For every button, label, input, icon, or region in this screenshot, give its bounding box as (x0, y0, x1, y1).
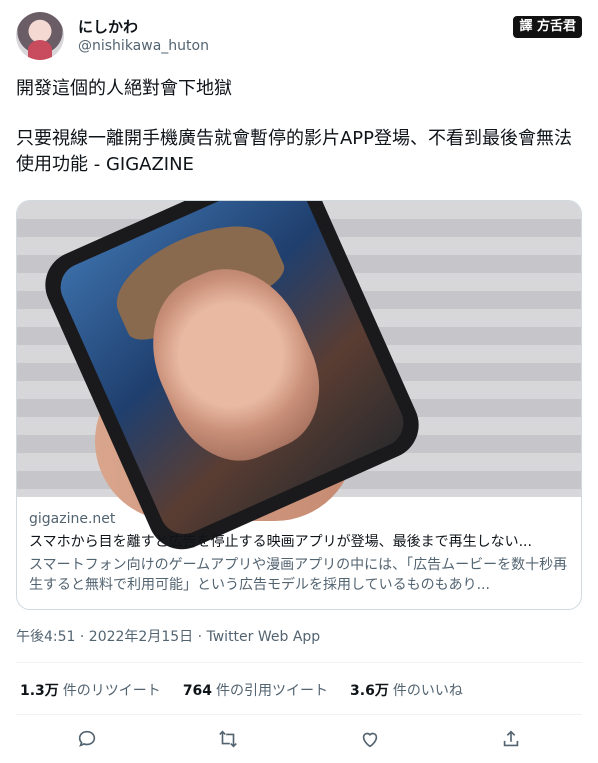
likes-stat[interactable]: 3.6万 件のいいね (350, 680, 463, 700)
author-handle[interactable]: @nishikawa_huton (78, 38, 209, 54)
tweet-line-2: 只要視線一離開手機廣告就會暫停的影片APP登場、不看到最後會無法使用功能 - G… (16, 128, 573, 175)
tweet-meta[interactable]: 午後4:51 · 2022年2月15日 · Twitter Web App (16, 626, 320, 646)
retweets-label: 件のリツイート (62, 683, 161, 699)
phone-screen (52, 201, 412, 542)
share-icon (504, 730, 519, 747)
heart-icon (362, 732, 377, 748)
quotes-label: 件の引用ツイート (216, 683, 329, 699)
divider (16, 714, 582, 715)
tweet-stats: 1.3万 件のリツイート 764 件の引用ツイート 3.6万 件のいいね (20, 680, 580, 700)
retweet-button[interactable] (211, 722, 245, 756)
card-title: スマホから目を離すと広告を停止する映画アプリが登場、最後まで再生しない... (29, 534, 532, 550)
author-name[interactable]: にしかわ (78, 16, 138, 37)
tweet-text: 開發這個的人絕對會下地獄 只要視線一離開手機廣告就會暫停的影片APP登場、不看到… (16, 76, 576, 202)
translator-badge: 譯 方舌君 (513, 16, 582, 38)
retweets-count: 1.3万 (20, 683, 59, 699)
tweet-actions (16, 722, 582, 756)
retweet-icon (219, 730, 238, 748)
likes-label: 件のいいね (392, 683, 463, 699)
share-button[interactable] (494, 722, 528, 756)
avatar[interactable] (16, 12, 64, 60)
divider (16, 662, 582, 663)
reply-button[interactable] (70, 722, 104, 756)
retweets-stat[interactable]: 1.3万 件のリツイート (20, 680, 161, 700)
reply-icon (78, 730, 95, 747)
link-card[interactable]: gigazine.net スマホから目を離すと広告を停止する映画アプリが登場、最… (16, 200, 582, 610)
like-button[interactable] (353, 722, 387, 756)
card-info: gigazine.net スマホから目を離すと広告を停止する映画アプリが登場、最… (17, 497, 581, 609)
quotes-count: 764 (182, 683, 213, 699)
tweet-line-1: 開發這個的人絕對會下地獄 (16, 78, 232, 99)
card-description: スマートフォン向けのゲームアプリや漫画アプリの中には、「広告ムービーを数十秒再生… (29, 557, 568, 593)
likes-count: 3.6万 (350, 683, 389, 699)
card-image[interactable] (17, 201, 581, 561)
quotes-stat[interactable]: 764 件の引用ツイート (183, 680, 328, 700)
tweet-header: にしかわ @nishikawa_huton 譯 方舌君 (16, 10, 582, 64)
card-domain: gigazine.net (29, 511, 116, 527)
